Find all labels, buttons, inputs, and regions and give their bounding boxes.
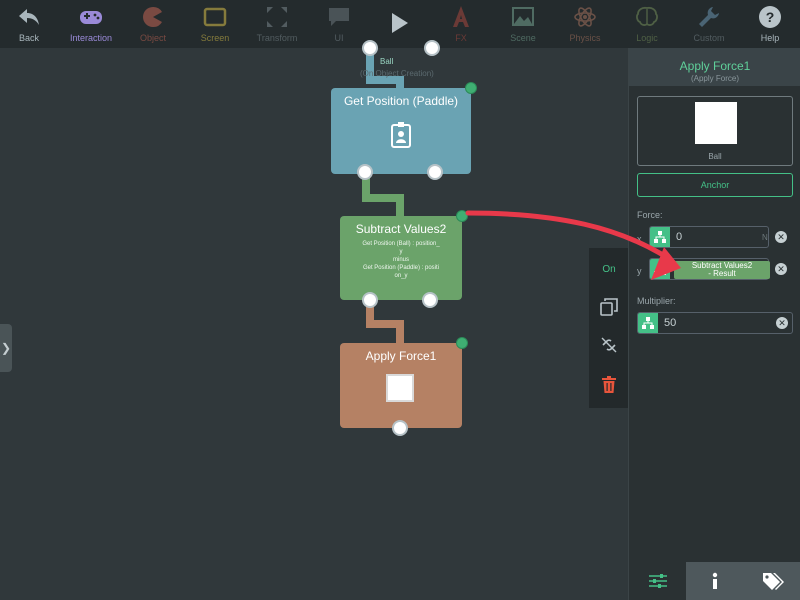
hierarchy-icon[interactable] [638,313,658,333]
clear-x-button[interactable]: ✕ [775,231,787,243]
tab-settings[interactable] [629,562,686,600]
apply-force-port[interactable] [392,420,408,436]
unlink-icon [601,337,617,353]
clear-y-button[interactable]: ✕ [775,263,787,275]
subtract-values-node[interactable]: Subtract Values2 Get Position (Ball) : p… [340,210,468,308]
properties-panel: Apply Force1 (Apply Force) Ball Anchor F… [628,48,800,600]
panel-title: Apply Force1 [679,59,751,73]
get-position-node[interactable]: Get Position (Paddle) [331,82,477,180]
ball-output-port[interactable] [362,40,378,56]
description-line: Get Position (Ball) : position_ [362,241,440,247]
anchor-button[interactable]: Anchor [637,173,793,197]
trash-icon [602,376,616,393]
hierarchy-icon[interactable] [650,259,670,279]
apply-force-node[interactable]: Apply Force1 [340,337,468,436]
tab-info[interactable] [686,562,744,600]
node-title: Subtract Values2 [355,222,447,236]
copy-button[interactable] [589,292,629,322]
info-icon [712,572,718,589]
node-context-menu: On [589,248,629,408]
force-label: Force: [637,210,663,220]
hierarchy-icon[interactable] [650,227,670,247]
x-axis-label: x [637,234,642,244]
chip-line: - Result [708,269,736,278]
get-position-port-y[interactable] [427,164,443,180]
toggle-on-button[interactable]: On [589,254,629,284]
force-y-field[interactable]: Subtract Values2 - Result [649,258,770,280]
panel-header: Apply Force1 (Apply Force) [629,48,800,86]
sliders-icon [648,574,667,588]
copy-icon [600,298,618,316]
node-title: Get Position (Paddle) [343,94,459,108]
y-axis-label: y [637,266,642,276]
subtract-port-result[interactable] [362,292,378,308]
force-x-field[interactable]: 0 N [649,226,769,248]
export-icon[interactable] [456,337,468,349]
tag-icon [762,573,784,590]
multiplier-value: 50 [664,317,677,329]
ball-output-port[interactable] [424,40,440,56]
unlink-button[interactable] [589,330,629,360]
description-line: Get Position (Paddle) : positi [362,265,440,271]
force-x-unit: N [762,233,768,242]
ball-node-label: Ball [380,57,394,66]
node-title: Apply Force1 [365,349,437,363]
object-thumbnail [695,102,737,144]
clear-multiplier-button[interactable]: ✕ [776,317,788,329]
subtract-port-other[interactable] [422,292,438,308]
object-preview[interactable]: Ball [637,96,793,166]
node-description: Get Position (Ball) : position_ y minus … [340,240,462,280]
description-line: minus [392,257,409,263]
export-icon[interactable] [465,82,477,94]
tab-tags[interactable] [744,562,800,600]
panel-subtitle: (Apply Force) [690,74,739,83]
delete-button[interactable] [589,370,629,400]
description-line: y [399,249,403,255]
multiplier-field[interactable]: 50 ✕ [637,312,793,334]
multiplier-label: Multiplier: [637,296,676,306]
ball-node-trigger: (On Object Creation) [360,69,434,78]
force-x-value: 0 [676,231,683,243]
badge-icon [391,122,411,148]
description-line: on_y [394,273,408,279]
app-window: Back Interaction Object Screen Transform… [0,0,800,600]
panel-tabs [629,562,800,600]
square-icon [386,374,414,402]
export-icon[interactable] [456,210,468,222]
get-position-port-x[interactable] [357,164,373,180]
object-name: Ball [708,152,722,161]
linked-value-chip[interactable]: Subtract Values2 - Result [674,261,770,279]
